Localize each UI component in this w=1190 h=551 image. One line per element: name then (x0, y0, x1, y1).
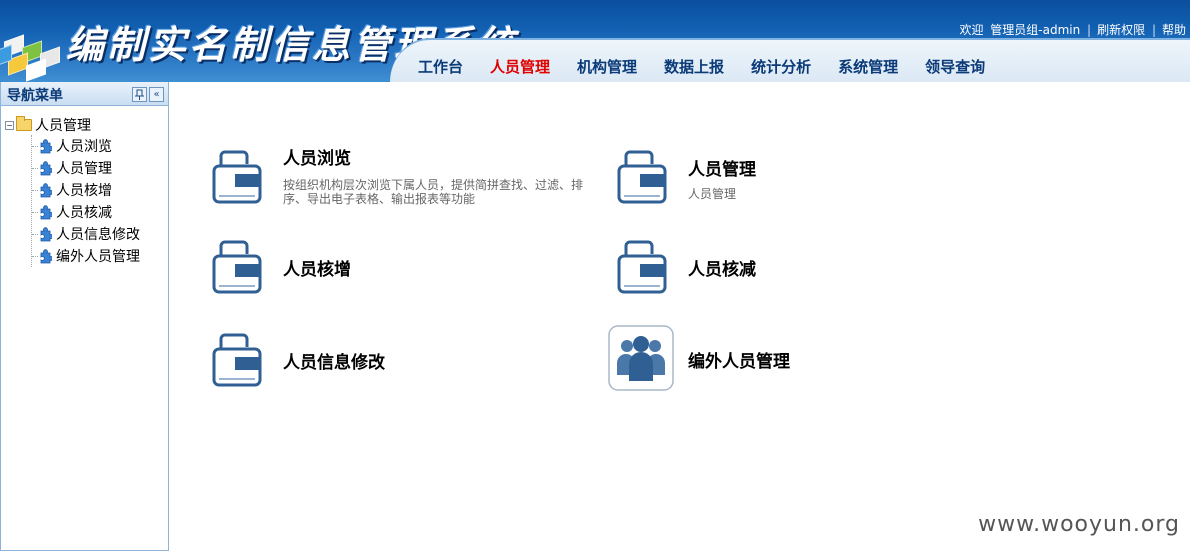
sidebar-item-personnel-browse[interactable]: 人员浏览 (32, 135, 165, 157)
sidebar-item-personnel-decrease[interactable]: 人员核减 (32, 201, 165, 223)
main-content: 人员浏览 按组织机构层次浏览下属人员，提供简拼查找、过滤、排序、导出电子表格、输… (171, 82, 1190, 551)
sidebar-item-personnel-info-edit[interactable]: 人员信息修改 (32, 223, 165, 245)
sidebar: 导航菜单 « − 人员管理 人员浏览 人员管理 人员核增 人员核减 人员信息修改… (0, 82, 169, 551)
card-personnel-decrease[interactable]: 人员核减 (616, 238, 996, 302)
card-title: 人员管理 (688, 160, 756, 180)
card-title: 人员核增 (283, 260, 351, 280)
puzzle-piece-icon (40, 248, 52, 263)
card-title: 人员核减 (688, 260, 756, 280)
current-user: 管理员组-admin (990, 23, 1081, 37)
tree-root-personnel-management[interactable]: − 人员管理 (5, 115, 165, 135)
sidebar-item-personnel-management[interactable]: 人员管理 (32, 157, 165, 179)
collapse-toggle-icon[interactable]: − (5, 120, 14, 130)
card-description: 人员管理 (688, 187, 737, 201)
puzzle-piece-icon (40, 182, 52, 197)
tree-root-label: 人员管理 (35, 118, 91, 134)
logo-icon (0, 30, 70, 82)
tab-statistics-analysis[interactable]: 统计分析 (751, 56, 811, 76)
app-header: 编制实名制信息管理系统 欢迎 管理员组-admin | 刷新权限 | 帮助 工作台 … (0, 0, 1190, 82)
sidebar-title: 导航菜单 (7, 88, 63, 104)
tab-leader-query[interactable]: 领导查询 (925, 56, 985, 76)
top-navigation: 工作台 人员管理 机构管理 数据上报 统计分析 系统管理 领导查询 (418, 56, 1012, 76)
tree-children: 人员浏览 人员管理 人员核增 人员核减 人员信息修改 编外人员管理 (31, 135, 165, 267)
folder-card-icon (617, 240, 667, 294)
card-personnel-info-edit[interactable]: 人员信息修改 (211, 331, 591, 395)
refresh-permissions-link[interactable]: 刷新权限 (1097, 23, 1145, 37)
welcome-label: 欢迎 (959, 23, 984, 37)
card-personnel-increase[interactable]: 人员核增 (211, 238, 591, 302)
tab-organization-management[interactable]: 机构管理 (577, 56, 637, 76)
card-external-personnel[interactable]: 编外人员管理 (608, 325, 988, 393)
user-bar: 欢迎 管理员组-admin | 刷新权限 | 帮助 (956, 21, 1186, 38)
puzzle-piece-icon (40, 138, 52, 153)
puzzle-piece-icon (40, 226, 52, 241)
help-link[interactable]: 帮助 (1162, 23, 1186, 37)
folder-card-icon (212, 150, 262, 204)
folder-icon (16, 116, 32, 131)
card-title: 编外人员管理 (688, 352, 790, 372)
sidebar-item-personnel-increase[interactable]: 人员核增 (32, 179, 165, 201)
tree-item-label: 人员信息修改 (56, 227, 140, 243)
card-title: 人员信息修改 (283, 353, 385, 373)
tab-data-reporting[interactable]: 数据上报 (664, 56, 724, 76)
tab-system-management[interactable]: 系统管理 (838, 56, 898, 76)
tree-item-label: 人员核增 (56, 183, 112, 199)
sidebar-item-external-personnel[interactable]: 编外人员管理 (32, 245, 165, 267)
puzzle-piece-icon (40, 160, 52, 175)
folder-card-icon (617, 150, 667, 204)
folder-card-icon (212, 240, 262, 294)
puzzle-piece-icon (40, 204, 52, 219)
sidebar-header: 导航菜单 « (1, 82, 168, 106)
watermark-text: www.wooyun.org (978, 512, 1180, 537)
tree-item-label: 人员核减 (56, 205, 112, 221)
pin-icon[interactable] (132, 87, 147, 102)
tree-item-label: 人员管理 (56, 161, 112, 177)
nav-tree: − 人员管理 人员浏览 人员管理 人员核增 人员核减 人员信息修改 编外人员管理 (5, 115, 165, 267)
card-title: 人员浏览 (283, 149, 351, 169)
card-personnel-browse[interactable]: 人员浏览 按组织机构层次浏览下属人员，提供简拼查找、过滤、排序、导出电子表格、输… (211, 142, 591, 212)
card-personnel-management[interactable]: 人员管理 人员管理 (616, 142, 996, 212)
tree-item-label: 编外人员管理 (56, 249, 140, 265)
tree-item-label: 人员浏览 (56, 139, 112, 155)
people-group-icon (608, 325, 674, 391)
tab-personnel-management[interactable]: 人员管理 (490, 56, 550, 76)
folder-card-icon (212, 333, 262, 387)
separator: | (1087, 23, 1092, 37)
separator: | (1151, 23, 1156, 37)
card-description: 按组织机构层次浏览下属人员，提供简拼查找、过滤、排序、导出电子表格、输出报表等功… (283, 178, 584, 206)
double-chevron-left-icon[interactable]: « (149, 87, 164, 102)
tab-workbench[interactable]: 工作台 (418, 56, 463, 76)
